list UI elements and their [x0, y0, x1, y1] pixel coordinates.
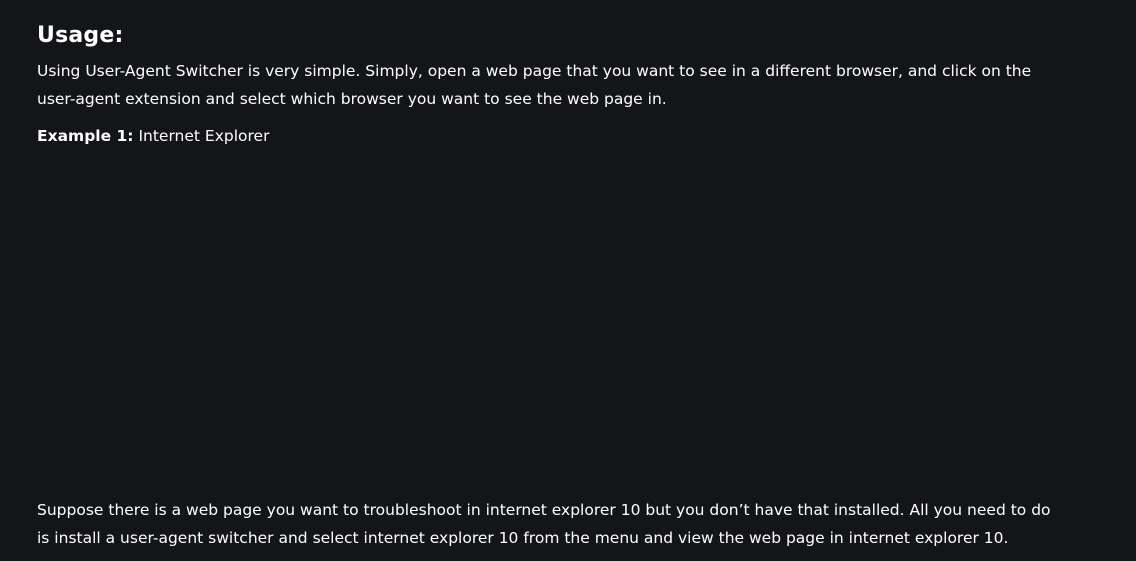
usage-intro-paragraph: Using User-Agent Switcher is very simple… — [37, 62, 1032, 108]
example-label: Example 1: — [37, 127, 134, 145]
example-1-line: Example 1: Internet Explorer — [37, 122, 1067, 150]
example-image-area — [37, 160, 1067, 480]
usage-heading: Usage: — [37, 23, 124, 48]
usage-outro-paragraph: Suppose there is a web page you want to … — [37, 501, 1051, 547]
example-text: Internet Explorer — [138, 127, 270, 145]
